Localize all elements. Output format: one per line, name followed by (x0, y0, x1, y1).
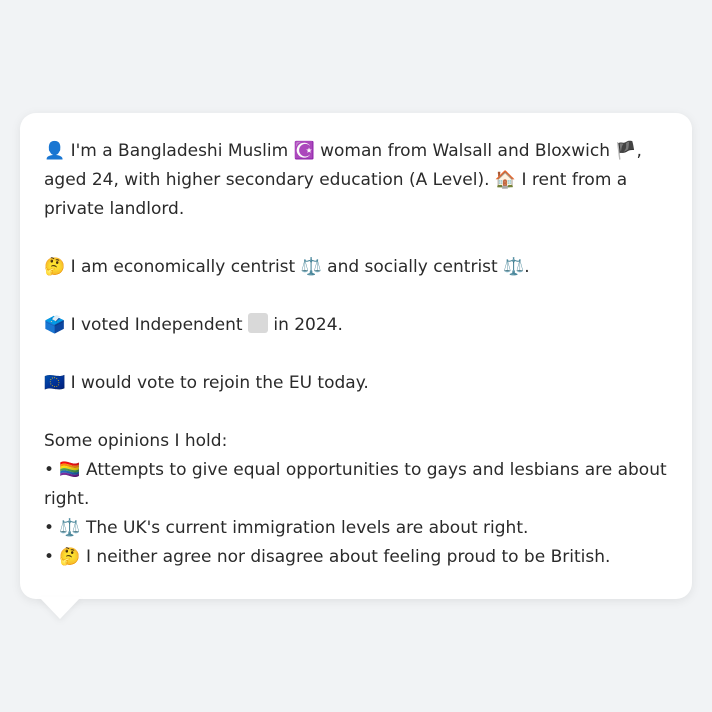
vote-suffix: in 2024. (273, 315, 343, 335)
vote-text: 🗳️ I voted Independent in 2024. (44, 311, 668, 340)
bubble-tail (39, 597, 81, 619)
intro-text: 👤 I'm a Bangladeshi Muslim ☪️ woman from… (44, 141, 642, 219)
opinion-item: • 🤔 I neither agree nor disagree about f… (44, 547, 611, 567)
eu-text: 🇪🇺 I would vote to rejoin the EU today. (44, 373, 369, 393)
opinion-item: • 🏳️‍🌈 Attempts to give equal opportunit… (44, 460, 667, 509)
message-bubble: 👤 I'm a Bangladeshi Muslim ☪️ woman from… (20, 113, 692, 599)
ideology-text: 🤔 I am economically centrist ⚖️ and soci… (44, 257, 530, 277)
independent-color-swatch (247, 313, 268, 333)
opinion-item: • ⚖️ The UK's current immigration levels… (44, 518, 529, 538)
opinions-heading: Some opinions I hold: (44, 431, 228, 451)
vote-prefix: 🗳️ I voted Independent (44, 315, 243, 335)
